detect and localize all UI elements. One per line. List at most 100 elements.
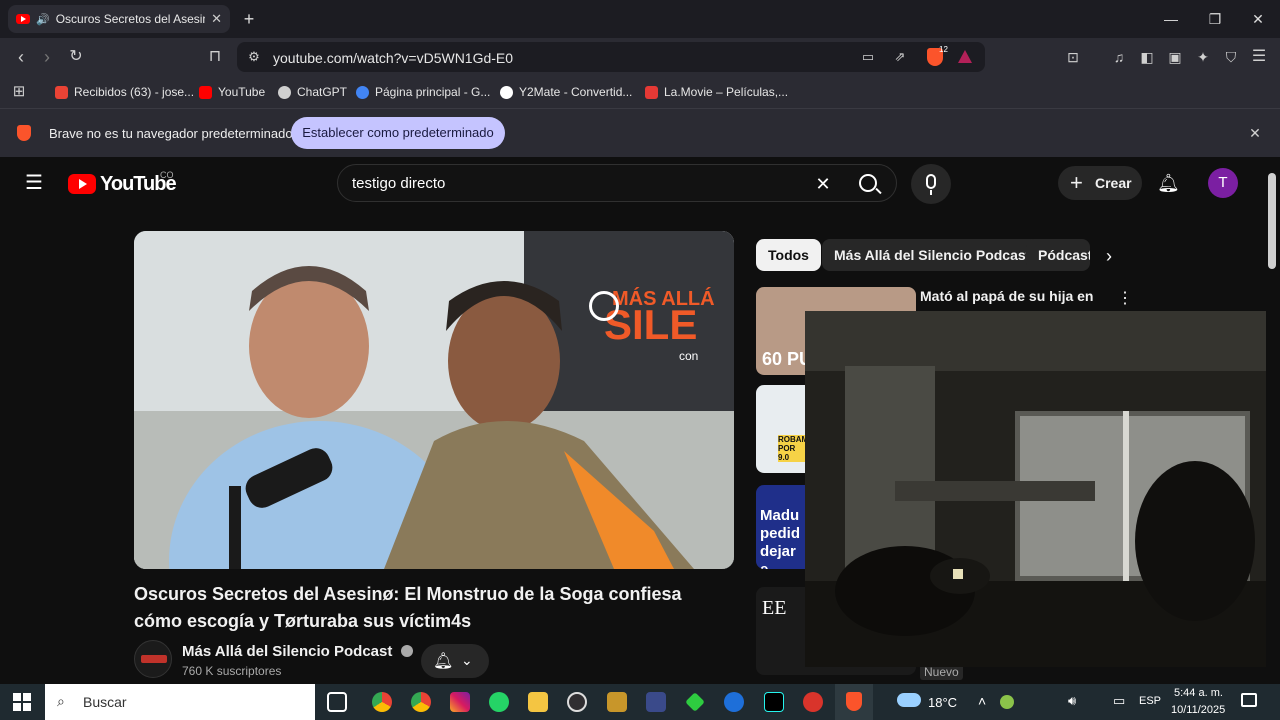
browser-tab-strip: 🔊 Oscuros Secretos del Asesinø ✕ + — ❐ ✕ xyxy=(0,0,1280,38)
tray-app-icon[interactable] xyxy=(1000,695,1014,709)
app-icon[interactable] xyxy=(724,692,744,712)
taskbar-search[interactable]: ⌕ Buscar xyxy=(45,684,315,720)
url-text[interactable]: youtube.com/watch?v=vD5WN1Gd-E0 xyxy=(273,50,513,66)
bookmark-lamovie[interactable]: La.Movie – Películas,... xyxy=(645,82,788,102)
maximize-icon[interactable]: ❐ xyxy=(1204,8,1226,30)
notifications-icon[interactable] xyxy=(1241,693,1257,707)
whatsapp-icon[interactable] xyxy=(489,692,509,712)
task-view-icon[interactable] xyxy=(327,692,347,712)
bookmark-icon[interactable]: ⊓ xyxy=(204,46,226,68)
clear-search-icon[interactable]: ✕ xyxy=(812,173,834,195)
share-icon[interactable]: ⇗ xyxy=(889,46,911,68)
close-tab-icon[interactable]: ✕ xyxy=(211,11,222,27)
voice-search-button[interactable] xyxy=(911,164,951,204)
subscription-bell-button[interactable]: 🔔︎ ⌄ xyxy=(421,644,489,678)
brave-taskbar-icon[interactable] xyxy=(835,684,873,720)
youtube-favicon-icon xyxy=(16,14,30,24)
bookmark-y2mate[interactable]: Y2Mate - Convertid... xyxy=(500,82,632,102)
channel-name[interactable]: Más Allá del Silencio Podcast xyxy=(182,643,413,660)
channel-avatar-logo xyxy=(141,655,167,663)
set-default-button[interactable]: Establecer como predeterminado xyxy=(291,117,505,149)
chrome-icon[interactable] xyxy=(411,692,431,712)
hamburger-menu-icon[interactable]: ☰ xyxy=(23,172,45,194)
chip-todos[interactable]: Todos xyxy=(756,239,821,271)
bookmark-gmail[interactable]: Recibidos (63) - jose... xyxy=(55,82,194,102)
user-avatar[interactable]: T xyxy=(1208,168,1238,198)
clock-time[interactable]: 5:44 a. m. xyxy=(1174,687,1223,699)
lamovie-icon xyxy=(645,85,658,99)
windows-start-icon[interactable] xyxy=(13,693,31,711)
instagram-icon[interactable] xyxy=(450,692,470,712)
create-button[interactable]: + Crear xyxy=(1058,166,1142,200)
clock-date[interactable]: 10/11/2025 xyxy=(1171,704,1225,716)
weather-temp[interactable]: 18°C xyxy=(928,695,957,710)
search-icon[interactable] xyxy=(859,174,877,192)
site-settings-icon[interactable]: ⚙ xyxy=(243,46,265,68)
close-infobar-icon[interactable]: ✕ xyxy=(1244,122,1266,144)
browser-tab-active[interactable]: 🔊 Oscuros Secretos del Asesinø ✕ xyxy=(8,5,230,33)
windows-logo-tile xyxy=(23,703,31,711)
chevron-up-icon[interactable]: ˄ xyxy=(978,693,986,709)
taskbar-search-placeholder[interactable]: Buscar xyxy=(83,694,127,710)
video-banner-text: con xyxy=(679,349,699,363)
obs-icon[interactable] xyxy=(567,692,587,712)
video-player[interactable]: MÁS ALLÁ SILE con xyxy=(134,231,734,569)
brave-logo-icon xyxy=(846,692,862,711)
podcast-mic-logo-icon xyxy=(589,291,619,321)
browser-toolbar: ‹ › ↻ ⊓ ⚙ youtube.com/watch?v=vD5WN1Gd-E… xyxy=(0,38,1280,76)
search-icon-handle xyxy=(875,187,882,195)
new-tab-button[interactable]: + xyxy=(238,8,260,30)
crypto-wallet-icon[interactable]: ▣ xyxy=(1164,46,1186,68)
tiktok-icon[interactable] xyxy=(764,692,784,712)
chip-channel[interactable]: Más Allá del Silencio Podcast xyxy=(822,239,1043,271)
chevron-right-icon[interactable]: › xyxy=(1098,245,1120,267)
infobar-message: Brave no es tu navegador predeterminado xyxy=(49,126,293,141)
chrome-icon[interactable] xyxy=(372,692,392,712)
chatgpt-icon xyxy=(278,85,291,99)
network-icon[interactable]: ▭ xyxy=(1113,693,1125,709)
music-icon[interactable]: ♫ xyxy=(1108,46,1130,68)
chip-podcast[interactable]: Pódcast xyxy=(1026,239,1090,271)
speaker-icon[interactable]: 🔊 xyxy=(36,13,50,26)
sidebar-icon[interactable]: ◧ xyxy=(1136,46,1158,68)
gmail-icon xyxy=(55,85,68,99)
search-input[interactable]: testigo directo xyxy=(352,175,445,192)
wallet-icon[interactable]: ⊡ xyxy=(1062,46,1084,68)
language-indicator[interactable]: ESP xyxy=(1139,695,1161,707)
youtube-logo[interactable]: YouTube CO xyxy=(68,170,177,195)
bookmark-google[interactable]: Página principal - G... xyxy=(356,82,490,102)
app-icon[interactable] xyxy=(646,692,666,712)
volume-icon[interactable]: 🔊︎ xyxy=(1068,693,1076,709)
youtube-icon xyxy=(199,85,212,99)
recommended-title[interactable]: Mató al papá de su hija en xyxy=(920,288,1093,304)
minimize-icon[interactable]: — xyxy=(1160,8,1182,30)
y2mate-icon xyxy=(500,85,513,99)
channel-avatar[interactable] xyxy=(134,640,172,678)
game-icon[interactable] xyxy=(607,692,627,712)
plus-icon: + xyxy=(1070,170,1083,195)
address-bar[interactable]: ⚙ youtube.com/watch?v=vD5WN1Gd-E0 ▭ ⇗ 12 xyxy=(237,42,985,72)
channel-name-label: Más Allá del Silencio Podcast xyxy=(182,643,393,660)
thumb-text: ROBAMO POR 9.0 xyxy=(778,435,815,462)
bookmark-youtube[interactable]: YouTube xyxy=(199,82,265,102)
apps-grid-icon[interactable]: ⊞ xyxy=(8,81,30,103)
file-explorer-icon[interactable] xyxy=(528,692,548,712)
notifications-bell-icon[interactable]: 🔔︎ xyxy=(1157,172,1180,194)
scrollbar-thumb[interactable] xyxy=(1268,173,1276,269)
reload-icon[interactable]: ↻ xyxy=(65,46,87,68)
vpn-icon[interactable]: ⛉ xyxy=(1220,46,1242,68)
youtube-play-icon xyxy=(68,174,96,194)
close-window-icon[interactable]: ✕ xyxy=(1247,8,1269,30)
brave-rewards-icon[interactable] xyxy=(958,50,972,63)
more-options-icon[interactable]: ⋮ xyxy=(1114,288,1136,310)
leo-ai-icon[interactable]: ✦ xyxy=(1192,46,1214,68)
app-icon[interactable] xyxy=(803,692,823,712)
webcam-overlay xyxy=(805,311,1280,667)
forward-icon[interactable]: › xyxy=(36,46,58,68)
bookmark-chatgpt[interactable]: ChatGPT xyxy=(278,82,347,102)
sims-icon[interactable] xyxy=(685,692,705,712)
back-icon[interactable]: ‹ xyxy=(10,46,32,68)
menu-icon[interactable]: ☰ xyxy=(1248,46,1270,68)
cast-icon[interactable]: ▭ xyxy=(857,46,879,68)
search-box[interactable]: testigo directo ✕ xyxy=(337,164,897,202)
